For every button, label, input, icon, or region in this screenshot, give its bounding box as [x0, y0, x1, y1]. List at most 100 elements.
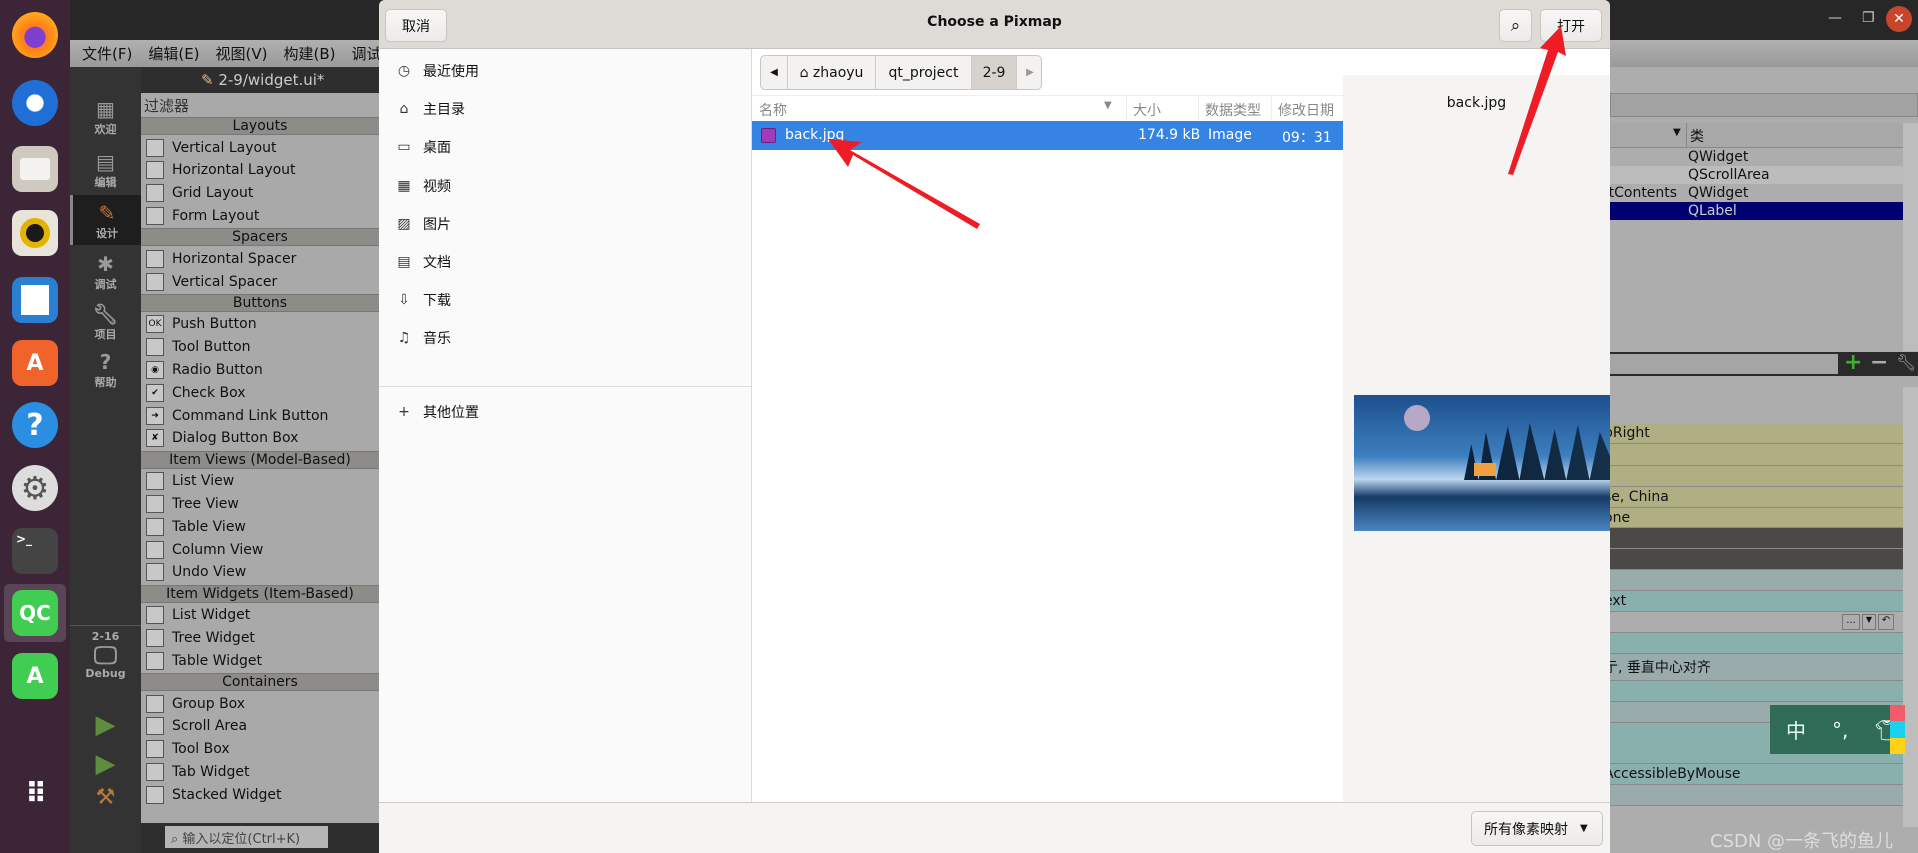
column-size[interactable]: 大小 [1126, 96, 1161, 122]
widget-item[interactable]: ◉ Radio Button [141, 358, 379, 381]
object-inspector-scrollbar[interactable] [1903, 123, 1918, 351]
dropdown-arrow-icon[interactable]: ▼ [1862, 614, 1876, 630]
settings-icon[interactable]: ⚙ [12, 465, 58, 511]
place-item[interactable]: ♫ 音乐 [393, 326, 451, 350]
configure-wrench-icon[interactable]: 🔧︎ [1896, 353, 1916, 372]
filter-label[interactable]: 过滤器 [144, 95, 189, 116]
widget-item[interactable]: Tree View [141, 492, 379, 515]
property-row[interactable] [1610, 785, 1903, 806]
widget-category-header[interactable]: Buttons [141, 293, 379, 312]
debug-run-icon[interactable]: ▶ [70, 749, 141, 779]
path-back-button[interactable]: ◀ [761, 56, 788, 89]
property-row[interactable] [1610, 444, 1903, 466]
widget-item[interactable]: ➜ Command Link Button [141, 404, 379, 427]
widget-item[interactable]: Grid Layout [141, 182, 379, 205]
widget-item[interactable]: Tab Widget [141, 760, 379, 783]
column-modified[interactable]: 修改日期 [1271, 96, 1334, 122]
property-row[interactable] [1610, 528, 1903, 549]
widget-category-header[interactable]: Containers [141, 673, 379, 691]
widget-item[interactable]: Table View [141, 515, 379, 538]
column-type[interactable]: 数据类型 [1198, 96, 1261, 122]
add-property-icon[interactable]: + [1844, 350, 1862, 375]
object-row[interactable]: QWidget [1610, 148, 1903, 166]
locator-input[interactable]: ⌕ 输入以定位(Ctrl+K) [165, 826, 328, 848]
object-row[interactable]: QLabel [1610, 202, 1903, 220]
widget-item[interactable]: ✘ Dialog Button Box [141, 427, 379, 450]
path-crumb-current[interactable]: 2-9 [972, 56, 1017, 89]
property-filter-input[interactable] [1610, 354, 1838, 374]
property-row[interactable]: 亍, 垂直中心对齐 [1604, 654, 1903, 681]
minimize-icon[interactable]: — [1828, 10, 1842, 26]
property-scrollbar[interactable] [1903, 387, 1918, 827]
widget-item[interactable]: Tree Widget [141, 626, 379, 649]
widget-item[interactable]: Horizontal Layout [141, 159, 379, 182]
object-row[interactable]: etContents QWidget [1600, 184, 1903, 202]
property-row[interactable] [1610, 570, 1903, 591]
mode-design[interactable]: ✎ 设计 [70, 195, 141, 245]
property-row[interactable]: pRight [1604, 423, 1903, 444]
property-row[interactable]: ext [1604, 591, 1903, 612]
widget-item[interactable]: Tool Button [141, 336, 379, 359]
browse-button[interactable]: ... [1842, 614, 1860, 630]
mode-projects[interactable]: 🔧︎ 项目 [70, 302, 141, 342]
place-item[interactable]: ▭ 桌面 [393, 135, 451, 159]
path-crumb-qt-project[interactable]: qt_project [876, 56, 972, 89]
menu-file[interactable]: 文件(F) [82, 43, 132, 64]
property-row[interactable]: se, China [1604, 487, 1903, 508]
widget-category-header[interactable]: Item Widgets (Item-Based) [141, 584, 379, 603]
widget-category-header[interactable]: Item Views (Model-Based) [141, 450, 379, 469]
property-row[interactable]: one [1604, 508, 1903, 528]
menu-view[interactable]: 视图(V) [216, 43, 268, 64]
property-row[interactable] [1610, 633, 1903, 654]
ime-punctuation-toggle[interactable]: °, [1832, 718, 1848, 742]
file-tab[interactable]: 2-9/widget.ui* [218, 71, 324, 89]
terminal-icon[interactable]: >_ [12, 528, 58, 574]
mode-edit[interactable]: ▤ 编辑 [70, 150, 141, 190]
close-icon[interactable]: ✕ [1886, 6, 1912, 32]
menu-build[interactable]: 构建(B) [284, 43, 336, 64]
widget-item[interactable]: List Widget [141, 604, 379, 627]
mode-debug[interactable]: ✱ 调试 [70, 252, 141, 292]
place-item[interactable]: ⇩ 下载 [393, 288, 451, 312]
kit-selector[interactable]: 2-16 🖵︎ Debug [70, 630, 141, 680]
run-icon[interactable]: ▶ [70, 710, 141, 740]
reset-icon[interactable]: ↶ [1878, 614, 1894, 630]
widget-item[interactable]: List View [141, 470, 379, 493]
widget-category-header[interactable]: Spacers [141, 228, 379, 247]
app-grid-icon[interactable]: ⠿ [12, 770, 58, 816]
menu-edit[interactable]: 编辑(E) [148, 43, 199, 64]
widget-item[interactable]: Scroll Area [141, 715, 379, 738]
widget-item[interactable]: Group Box [141, 692, 379, 715]
build-hammer-icon[interactable]: ⚒ [70, 785, 141, 810]
widget-item[interactable]: OK Push Button [141, 313, 379, 336]
file-row[interactable]: back.jpg 174.9 kB Image 09：31 [752, 121, 1343, 150]
widget-item[interactable]: Vertical Spacer [141, 270, 379, 293]
rhythmbox-icon[interactable] [12, 210, 58, 256]
path-crumb-home[interactable]: ⌂ zhaoyu [788, 56, 876, 89]
help-icon[interactable]: ? [12, 402, 58, 448]
mode-welcome[interactable]: ▦ 欢迎 [70, 97, 141, 137]
property-row[interactable] [1610, 681, 1903, 702]
place-item[interactable]: ▦ 视频 [393, 174, 451, 198]
widget-item[interactable]: Table Widget [141, 649, 379, 672]
property-row[interactable] [1610, 466, 1903, 487]
open-button[interactable]: 打开 [1540, 9, 1602, 42]
place-other-locations[interactable]: + 其他位置 [393, 400, 479, 424]
firefox-icon[interactable] [12, 12, 58, 58]
widget-item[interactable]: Stacked Widget [141, 783, 379, 806]
qtcreator-icon[interactable]: QC [12, 590, 58, 636]
search-button[interactable]: ⌕ [1499, 9, 1532, 42]
object-row[interactable]: QScrollArea [1610, 166, 1903, 184]
software-icon[interactable]: A [12, 340, 58, 386]
widget-item[interactable]: Undo View [141, 561, 379, 584]
widget-item[interactable]: Vertical Layout [141, 136, 379, 159]
property-row[interactable]: ... ▼ ↶ [1610, 612, 1903, 633]
column-name[interactable]: 名称 [759, 100, 787, 120]
class-column-header[interactable]: 类 [1686, 123, 1704, 148]
property-row[interactable]: AccessibleByMouse [1604, 764, 1903, 785]
path-forward-button[interactable]: ▶ [1017, 56, 1041, 89]
widget-category-header[interactable]: Layouts [141, 117, 379, 135]
qt-designer-icon[interactable]: A [12, 653, 58, 699]
widget-item[interactable]: Horizontal Spacer [141, 247, 379, 270]
remove-property-icon[interactable]: − [1870, 350, 1888, 375]
